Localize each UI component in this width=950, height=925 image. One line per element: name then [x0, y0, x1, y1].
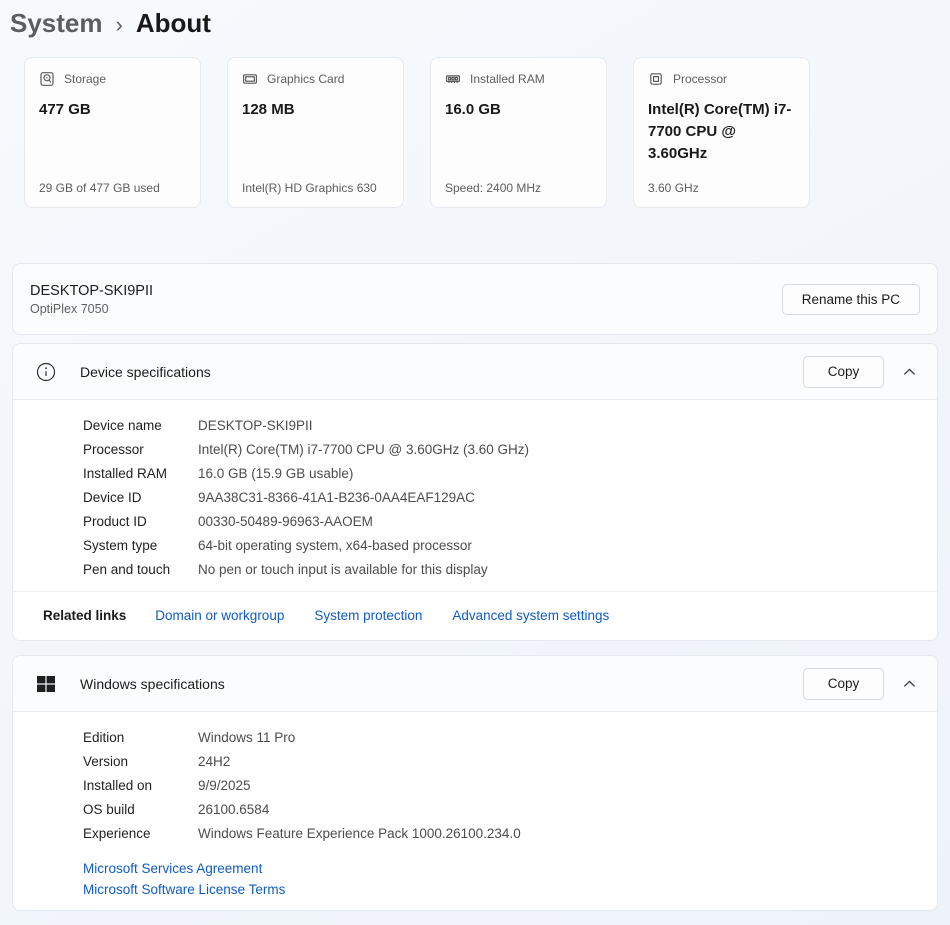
- chevron-right-icon: ›: [115, 11, 123, 37]
- card-value: 16.0 GB: [445, 101, 501, 118]
- device-specifications-section: Device specifications Copy Device name D…: [12, 343, 938, 641]
- page-title: About: [135, 8, 211, 38]
- spec-row-device-name: Device name DESKTOP-SKI9PII: [83, 417, 313, 433]
- device-name: DESKTOP-SKI9PII: [30, 282, 154, 299]
- card-caption: 3.60 GHz: [648, 181, 699, 195]
- spec-row-version: Version 24H2: [83, 753, 231, 769]
- card-label: Storage: [64, 72, 107, 86]
- spec-row-processor: Processor Intel(R) Core(TM) i7-7700 CPU …: [83, 441, 530, 457]
- processor-icon: [648, 71, 664, 87]
- processor-card: Processor Intel(R) Core(TM) i7-7700 CPU …: [633, 57, 810, 208]
- system-protection-link[interactable]: System protection: [314, 608, 422, 623]
- windows-logo-icon: [36, 674, 56, 694]
- card-caption: Intel(R) HD Graphics 630: [242, 181, 377, 195]
- copy-windows-specs-button[interactable]: Copy: [803, 667, 884, 700]
- device-name-panel: DESKTOP-SKI9PII OptiPlex 7050 Rename thi…: [12, 263, 938, 335]
- card-value: Intel(R) Core(TM) i7-7700 CPU @ 3.60GHz: [648, 101, 792, 162]
- section-title: Windows specifications: [80, 675, 225, 692]
- license-links: Microsoft Services Agreement Microsoft S…: [13, 855, 937, 910]
- device-specifications-header[interactable]: Device specifications Copy: [13, 344, 937, 400]
- card-label: Processor: [673, 72, 728, 86]
- breadcrumb: System › About: [0, 0, 950, 39]
- storage-card: Storage 477 GB 29 GB of 477 GB used: [24, 57, 201, 208]
- related-links-label: Related links: [43, 608, 127, 623]
- card-label: Installed RAM: [470, 72, 545, 86]
- spec-row-installed-ram: Installed RAM 16.0 GB (15.9 GB usable): [83, 465, 354, 481]
- windows-specifications-header[interactable]: Windows specifications Copy: [13, 656, 937, 712]
- main-content: DESKTOP-SKI9PII OptiPlex 7050 Rename thi…: [12, 263, 938, 911]
- collapse-device-specs-button[interactable]: [898, 362, 921, 382]
- spec-row-installed-on: Installed on 9/9/2025: [83, 777, 251, 793]
- spec-row-device-id: Device ID 9AA38C31-8366-41A1-B236-0AA4EA…: [83, 489, 475, 505]
- chevron-up-icon: [903, 679, 916, 687]
- advanced-system-settings-link[interactable]: Advanced system settings: [452, 608, 609, 623]
- spec-row-os-build: OS build 26100.6584: [83, 801, 270, 817]
- storage-icon: [39, 71, 55, 87]
- card-caption: Speed: 2400 MHz: [445, 181, 542, 195]
- microsoft-software-license-terms-link[interactable]: Microsoft Software License Terms: [83, 882, 937, 897]
- card-label: Graphics Card: [267, 72, 345, 86]
- spec-row-experience: Experience Windows Feature Experience Pa…: [83, 825, 521, 841]
- microsoft-services-agreement-link[interactable]: Microsoft Services Agreement: [83, 861, 937, 876]
- card-caption: 29 GB of 477 GB used: [39, 181, 160, 195]
- graphics-card-card: Graphics Card 128 MB Intel(R) HD Graphic…: [227, 57, 404, 208]
- ram-icon: [445, 71, 461, 87]
- windows-specifications-body: Edition Windows 11 Pro Version 24H2 Inst…: [13, 712, 937, 855]
- graphics-card-icon: [242, 71, 258, 87]
- related-links-row: Related links Domain or workgroup System…: [13, 591, 937, 640]
- spec-row-edition: Edition Windows 11 Pro: [83, 729, 296, 745]
- installed-ram-card: Installed RAM 16.0 GB Speed: 2400 MHz: [430, 57, 607, 208]
- card-value: 128 MB: [242, 101, 295, 118]
- copy-device-specs-button[interactable]: Copy: [803, 355, 884, 388]
- domain-or-workgroup-link[interactable]: Domain or workgroup: [155, 608, 284, 623]
- spec-row-pen-and-touch: Pen and touch No pen or touch input is a…: [83, 561, 488, 577]
- summary-cards: Storage 477 GB 29 GB of 477 GB used Grap…: [24, 57, 950, 208]
- card-value: 477 GB: [39, 101, 91, 118]
- breadcrumb-system[interactable]: System: [10, 8, 103, 39]
- spec-row-system-type: System type 64-bit operating system, x64…: [83, 537, 472, 553]
- rename-pc-button[interactable]: Rename this PC: [781, 283, 920, 315]
- windows-specifications-section: Windows specifications Copy Edition Wind…: [12, 655, 938, 911]
- device-specifications-body: Device name DESKTOP-SKI9PII Processor In…: [13, 400, 937, 591]
- section-title: Device specifications: [80, 363, 211, 380]
- collapse-windows-specs-button[interactable]: [898, 674, 921, 694]
- spec-row-product-id: Product ID 00330-50489-96963-AAOEM: [83, 513, 373, 529]
- info-icon: [36, 362, 56, 382]
- device-model: OptiPlex 7050: [30, 301, 109, 316]
- chevron-up-icon: [903, 367, 916, 375]
